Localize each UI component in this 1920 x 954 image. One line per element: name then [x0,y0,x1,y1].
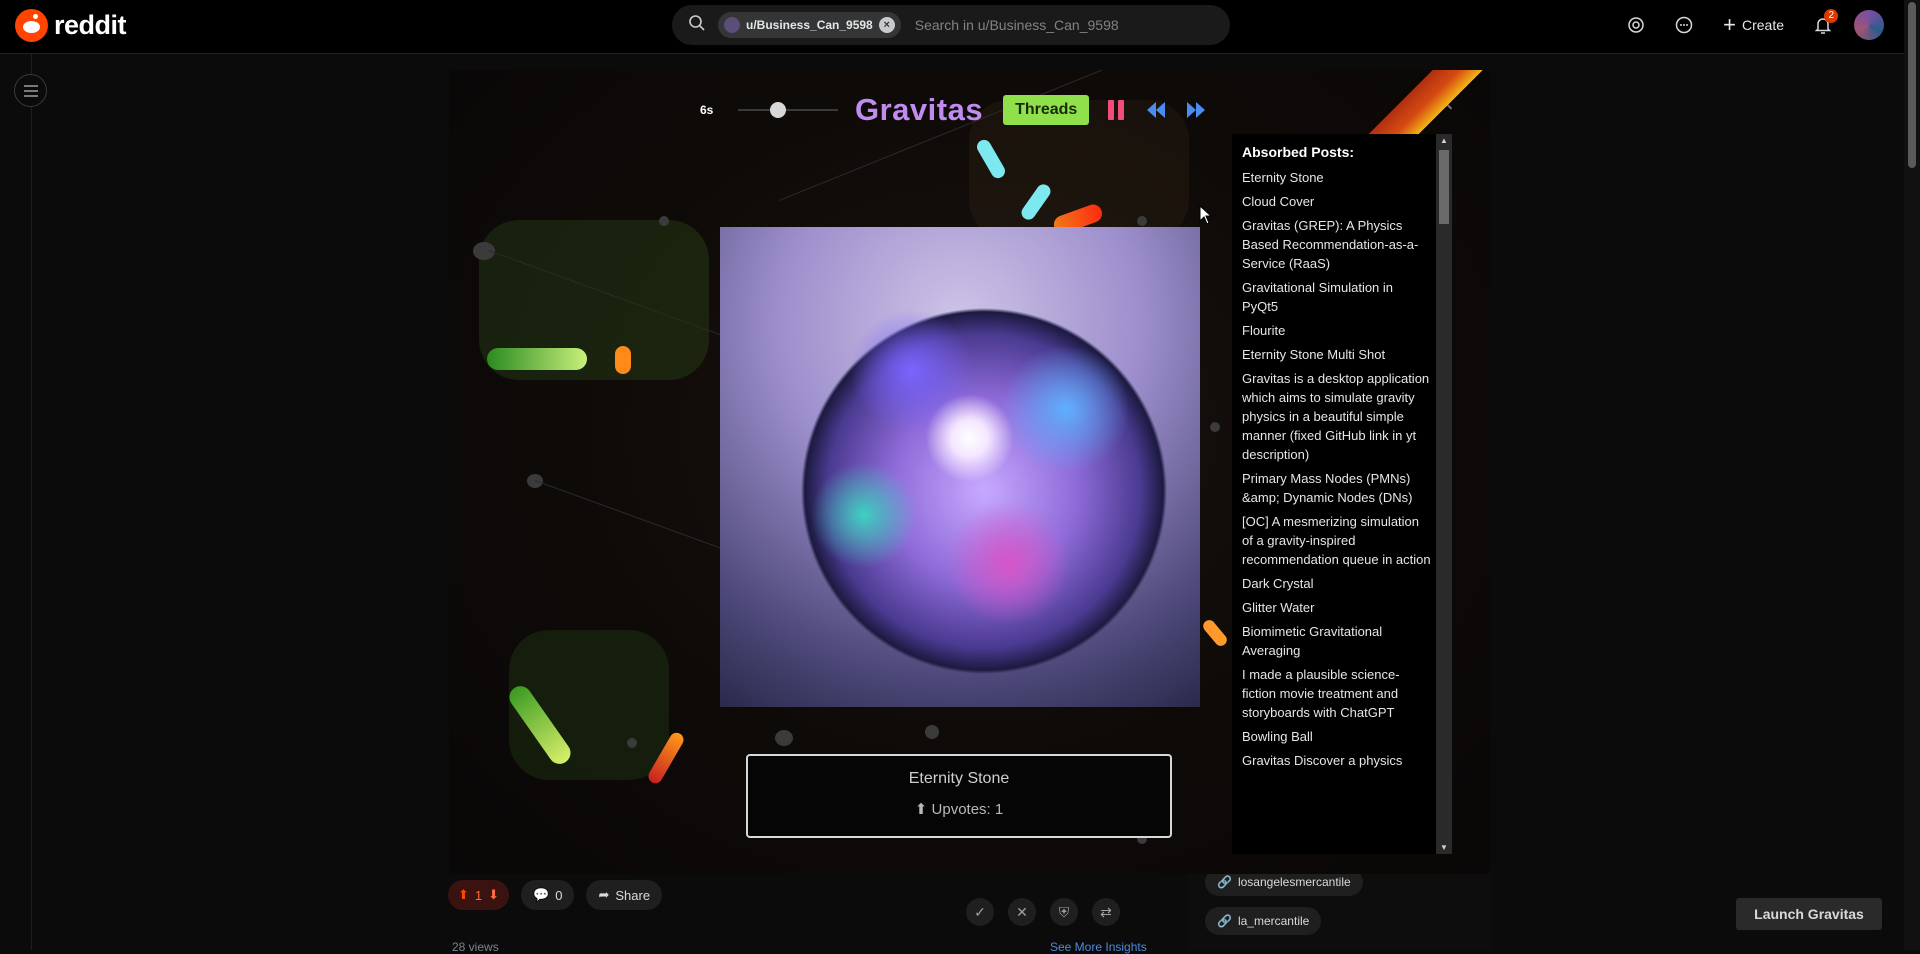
mouse-cursor-icon [1199,205,1213,225]
post-caption-card[interactable]: Eternity Stone ⬆ Upvotes: 1 [746,754,1172,838]
mass-node [925,725,939,739]
comment-count: 0 [555,887,563,903]
downvote-icon[interactable]: ⬇ [488,887,499,903]
tag-label: la_mercantile [1237,914,1310,928]
create-label: Create [1741,17,1784,33]
absorbed-post-item[interactable]: Cloud Cover [1242,192,1432,211]
mass-node [659,216,669,226]
gravitas-controls: 6s Gravitas Threads [700,92,1209,128]
clear-scope-icon[interactable]: × [878,17,895,33]
scroll-up-icon[interactable]: ▲ [1436,136,1452,145]
reddit-logo[interactable]: reddit [15,9,127,42]
particle-trail [487,348,587,370]
create-button[interactable]: + Create [1715,8,1792,42]
vote-count: 1 [474,887,483,903]
absorbed-post-item[interactable]: Glitter Water [1242,598,1432,617]
threads-button[interactable]: Threads [1003,95,1090,125]
absorbed-heading: Absorbed Posts: [1242,144,1355,160]
left-rail [0,54,32,950]
fast-forward-icon [1187,102,1206,118]
absorbed-post-item[interactable]: Eternity Stone Multi Shot [1242,345,1432,364]
search-icon [688,14,706,37]
mass-node [775,730,793,746]
timer-slider[interactable] [738,102,838,118]
vote-control[interactable]: ⬆ 1 ⬇ [448,880,510,910]
next-button[interactable] [1183,97,1209,123]
absorbed-post-item[interactable]: Gravitas is a desktop application which … [1242,369,1432,464]
previous-button[interactable] [1143,97,1169,123]
mass-node [1210,422,1220,432]
approve-icon[interactable]: ✓ [966,898,994,926]
absorbed-post-item[interactable]: I made a plausible science-fiction movie… [1242,665,1432,722]
search-scope-label: u/Business_Can_9598 [746,18,873,32]
community-tag[interactable]: 🔗 la_mercantile [1205,907,1322,935]
post-title: Eternity Stone [908,770,1010,787]
absorbed-post-item[interactable]: [OC] A mesmerizing simulation of a gravi… [1242,512,1432,569]
share-icon: ➦ [598,887,610,902]
slider-handle[interactable] [770,102,786,118]
share-button[interactable]: ➦ Share [586,880,663,910]
pause-button[interactable] [1103,97,1129,123]
menu-icon [23,84,38,97]
slider-track [738,109,838,111]
absorbed-post-item[interactable]: Primary Mass Nodes (PMNs) &amp; Dynamic … [1242,469,1432,507]
remove-icon[interactable]: ✕ [1008,898,1036,926]
upvote-arrow-icon: ⬆ [914,801,932,818]
search-bar[interactable]: u/Business_Can_9598 × [672,5,1230,45]
pause-icon [1106,100,1126,120]
particle-trail [615,346,631,374]
gravitas-title: Gravitas [855,92,984,127]
rewind-icon [1147,102,1166,118]
comments-button[interactable]: 💬 0 [521,880,575,910]
tag-label: losangelesmercantile [1237,875,1351,889]
post-upvotes: Upvotes: 1 [931,801,1004,818]
share-label: Share [615,887,651,903]
link-icon: 🔗 [1217,914,1232,928]
particle-trail [1200,617,1230,649]
mass-node [1137,216,1147,226]
absorbed-post-item[interactable]: Gravitas Discover a physics [1242,751,1432,770]
absorbed-scrollbar[interactable]: ▲ ▼ [1436,134,1452,854]
absorbed-list: Eternity Stone Cloud Cover Gravitas (GREP)… [1242,168,1432,770]
plus-icon: + [1723,12,1736,37]
scrollbar-thumb[interactable] [1439,150,1449,224]
chat-icon[interactable] [1667,8,1701,42]
upvote-icon[interactable]: ⬆ [458,887,469,903]
link-icon: 🔗 [1217,875,1232,889]
header-actions: + Create 2 [1619,8,1884,42]
absorbed-post-item[interactable]: Eternity Stone [1242,168,1432,187]
scroll-down-icon[interactable]: ▼ [1436,843,1452,852]
absorbed-post-item[interactable]: Gravitational Simulation in PyQt5 [1242,278,1432,316]
page-scrollbar[interactable] [1904,0,1920,950]
absorbed-post-item[interactable]: Flourite [1242,321,1432,340]
advertise-icon[interactable] [1619,8,1653,42]
views-count: 28 views [452,940,499,954]
absorbed-post-item[interactable]: Dark Crystal [1242,574,1432,593]
user-menu-avatar[interactable] [1854,10,1884,40]
absorbed-post-item[interactable]: Biomimetic Gravitational Averaging [1242,622,1432,660]
absorbed-posts-panel[interactable]: Absorbed Posts: Eternity Stone Cloud Cove… [1232,134,1452,854]
crosspost-icon[interactable]: ⇄ [1092,898,1120,926]
reddit-snoo-icon [15,9,48,42]
expand-nav-button[interactable] [14,74,47,107]
absorbed-post-item[interactable]: Bowling Ball [1242,727,1432,746]
shield-icon[interactable]: ⛨ [1050,898,1078,926]
search-scope-chip[interactable]: u/Business_Can_9598 × [718,12,901,38]
post-actions: ⬆ 1 ⬇ 💬 0 ➦ Share [448,878,663,912]
comment-icon: 💬 [533,887,550,902]
see-more-insights-link[interactable]: See More Insights [1050,940,1147,954]
top-bar: reddit u/Business_Can_9598 × + Create 2 [0,0,1904,54]
launch-gravitas-button[interactable]: Launch Gravitas [1736,898,1882,930]
user-avatar-icon [724,17,740,33]
logo-text: reddit [54,10,127,40]
mod-tools: ✓ ✕ ⛨ ⇄ [966,898,1120,926]
post-image[interactable] [720,227,1200,707]
notifications-button[interactable]: 2 [1806,8,1840,42]
scrollbar-thumb[interactable] [1908,2,1916,168]
search-input[interactable] [912,16,1230,34]
mass-node [627,738,637,748]
timer-label: 6s [700,103,714,117]
notification-badge: 2 [1824,9,1838,23]
absorbed-post-item[interactable]: Gravitas (GREP): A Physics Based Recomme… [1242,216,1432,273]
